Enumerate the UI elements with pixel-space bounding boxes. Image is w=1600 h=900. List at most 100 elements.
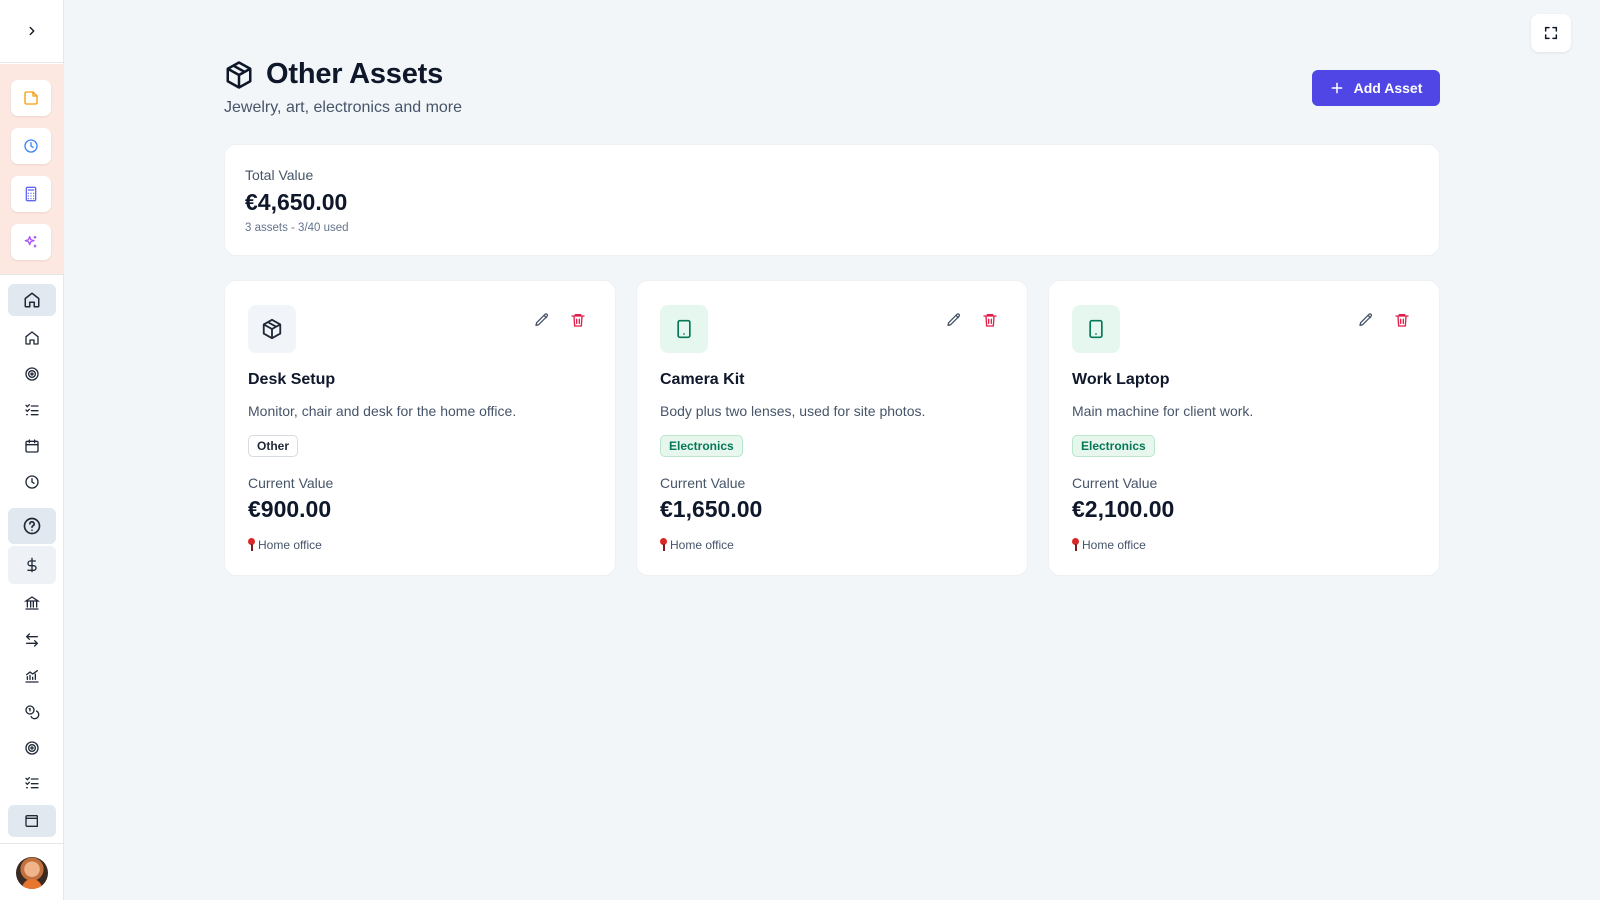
- edit-asset-button[interactable]: [533, 311, 551, 329]
- trash-icon: [982, 312, 998, 328]
- sparkles-icon: [23, 234, 39, 250]
- current-value-label: Current Value: [1072, 475, 1158, 491]
- list-check-icon: [24, 402, 40, 418]
- sidebar-item-goals-2[interactable]: [8, 732, 56, 764]
- fullscreen-button[interactable]: [1531, 14, 1571, 52]
- pencil-icon: [1358, 312, 1374, 328]
- target-icon: [24, 740, 40, 756]
- total-value-amount: €4,650.00: [245, 189, 348, 215]
- avatar[interactable]: [16, 857, 48, 889]
- delete-asset-button[interactable]: [981, 311, 999, 329]
- sidebar-divider: [0, 843, 64, 844]
- clock-icon: [23, 138, 39, 154]
- edit-asset-button[interactable]: [1357, 311, 1375, 329]
- asset-location-text: Home office: [670, 538, 734, 552]
- asset-location-text: Home office: [1082, 538, 1146, 552]
- asset-category-badge: Electronics: [1072, 435, 1155, 457]
- target-icon: [24, 366, 40, 382]
- plus-icon: [1330, 81, 1344, 95]
- sidebar-item-help[interactable]: [8, 508, 56, 544]
- asset-description: Monitor, chair and desk for the home off…: [248, 403, 517, 419]
- delete-asset-button[interactable]: [1393, 311, 1411, 329]
- asset-location: Home office: [660, 538, 734, 552]
- asset-name: Camera Kit: [660, 371, 745, 388]
- quick-action-ai-assistant[interactable]: [11, 224, 51, 260]
- sidebar-item-property[interactable]: [8, 322, 56, 354]
- asset-card: Desk Setup Monitor, chair and desk for t…: [224, 280, 616, 576]
- list-check-icon: [24, 775, 40, 791]
- asset-location: Home office: [1072, 538, 1146, 552]
- pencil-icon: [534, 312, 550, 328]
- sidebar-divider: [0, 274, 64, 275]
- asset-card: Work Laptop Main machine for client work…: [1048, 280, 1440, 576]
- sidebar-item-transfers[interactable]: [8, 624, 56, 656]
- sidebar-item-money[interactable]: [8, 549, 56, 581]
- sidebar: [0, 0, 64, 900]
- edit-asset-button[interactable]: [945, 311, 963, 329]
- asset-location-text: Home office: [258, 538, 322, 552]
- sidebar-item-checklist-2[interactable]: [8, 767, 56, 799]
- sidebar-item-goals[interactable]: [8, 358, 56, 390]
- sidebar-item-bank[interactable]: [8, 587, 56, 619]
- asset-icon-box: [1072, 305, 1120, 353]
- add-asset-button[interactable]: Add Asset: [1312, 70, 1440, 106]
- trash-icon: [570, 312, 586, 328]
- asset-icon-box: [660, 305, 708, 353]
- dollar-icon: [24, 557, 40, 573]
- home-icon: [23, 291, 41, 309]
- current-value-amount: €1,650.00: [660, 496, 763, 522]
- current-value-label: Current Value: [248, 475, 334, 491]
- pin-icon: [248, 538, 255, 552]
- asset-name: Desk Setup: [248, 371, 336, 388]
- current-value-label: Current Value: [660, 475, 746, 491]
- total-value-label: Total Value: [245, 167, 314, 183]
- clock-icon: [24, 474, 40, 490]
- bank-icon: [24, 595, 40, 611]
- add-asset-label: Add Asset: [1353, 80, 1423, 96]
- sidebar-item-coins[interactable]: [8, 696, 56, 728]
- sidebar-item-home[interactable]: [8, 284, 56, 316]
- quick-action-calculator[interactable]: [11, 176, 51, 212]
- tablet-icon: [674, 318, 694, 340]
- calculator-icon: [23, 186, 39, 202]
- maximize-icon: [1543, 25, 1559, 41]
- package-icon: [224, 60, 254, 90]
- house-icon: [24, 330, 40, 346]
- sidebar-item-checklist[interactable]: [8, 394, 56, 426]
- current-value-amount: €2,100.00: [1072, 496, 1175, 522]
- package-icon: [261, 318, 283, 340]
- pin-icon: [660, 538, 667, 552]
- asset-count-meta: 3 assets - 3/40 used: [245, 222, 349, 234]
- page-subtitle: Jewelry, art, electronics and more: [224, 99, 463, 116]
- arrows-left-right-icon: [24, 632, 40, 648]
- chart-line-icon: [24, 668, 40, 684]
- current-value-amount: €900.00: [248, 496, 332, 522]
- asset-category-badge: Other: [248, 435, 299, 457]
- sticky-note-icon: [23, 90, 39, 106]
- sidebar-item-analytics[interactable]: [8, 660, 56, 692]
- quick-action-history[interactable]: [11, 128, 51, 164]
- wallet-icon: [24, 813, 40, 829]
- chevron-right-icon: [25, 24, 39, 38]
- asset-category-badge: Electronics: [660, 435, 743, 457]
- trash-icon: [1394, 312, 1410, 328]
- delete-asset-button[interactable]: [569, 311, 587, 329]
- asset-name: Work Laptop: [1072, 371, 1170, 388]
- quick-action-notes[interactable]: [11, 80, 51, 116]
- sidebar-item-history[interactable]: [8, 466, 56, 498]
- page-header: Other Assets Jewelry, art, electronics a…: [224, 58, 462, 117]
- quick-actions-panel: [0, 64, 64, 274]
- pencil-icon: [946, 312, 962, 328]
- sidebar-item-wallet[interactable]: [8, 805, 56, 837]
- asset-card: Camera Kit Body plus two lenses, used fo…: [636, 280, 1028, 576]
- sidebar-toggle-button[interactable]: [0, 0, 64, 63]
- sidebar-item-calendar[interactable]: [8, 430, 56, 462]
- calendar-icon: [24, 438, 40, 454]
- page-title: Other Assets: [266, 58, 444, 90]
- tablet-icon: [1086, 318, 1106, 340]
- asset-description: Body plus two lenses, used for site phot…: [660, 403, 926, 419]
- total-value-card: Total Value €4,650.00 3 assets - 3/40 us…: [224, 144, 1440, 256]
- asset-location: Home office: [248, 538, 322, 552]
- coins-icon: [24, 704, 40, 720]
- asset-icon-box: [248, 305, 296, 353]
